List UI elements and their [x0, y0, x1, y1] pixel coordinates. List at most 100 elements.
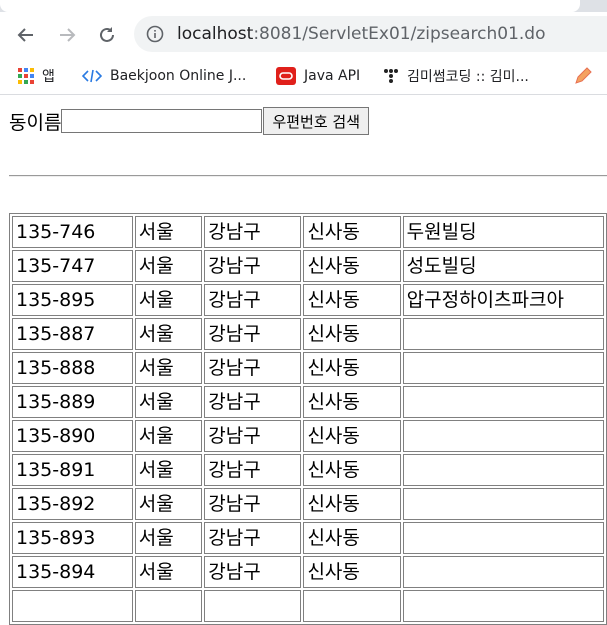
- forward-arrow-icon: [60, 28, 76, 42]
- bookmark-apps[interactable]: 앱: [18, 58, 55, 94]
- zipcode-search-button[interactable]: 우편번호 검색: [263, 107, 370, 135]
- building-cell: [402, 352, 604, 384]
- zipcode-cell: 135-892: [12, 488, 133, 520]
- building-cell: [402, 318, 604, 350]
- building-cell: [402, 488, 604, 520]
- dong-cell: 신사동: [303, 250, 401, 282]
- url-text: localhost:8081/ServletEx01/zipsearch01.d…: [177, 24, 545, 44]
- bookmark-label: 김미썸코딩 :: 김미...: [407, 69, 529, 85]
- building-cell: [402, 522, 604, 554]
- reload-icon: [100, 27, 114, 42]
- address-bar[interactable]: localhost:8081/ServletEx01/zipsearch01.d…: [134, 16, 607, 52]
- oracle-icon: [276, 67, 296, 85]
- sido-cell: 서울: [134, 556, 203, 588]
- gugun-cell: 강남구: [204, 386, 302, 418]
- building-cell: 두원빌딩: [402, 216, 604, 248]
- sido-cell: 서울: [134, 488, 203, 520]
- zipcode-cell: 135-888: [12, 352, 133, 384]
- sido-cell: 서울: [134, 352, 203, 384]
- gugun-cell: 강남구: [204, 488, 302, 520]
- dong-cell: 신사동: [303, 216, 401, 248]
- back-button[interactable]: [11, 20, 41, 50]
- table-row: 135-746 서울 강남구 신사동 두원빌딩: [12, 216, 604, 248]
- sido-cell: 서울: [134, 386, 203, 418]
- table-row: 135-888 서울 강남구 신사동: [12, 352, 604, 384]
- building-cell: [402, 420, 604, 452]
- dong-cell: 신사동: [303, 556, 401, 588]
- gugun-cell: 강남구: [204, 250, 302, 282]
- dong-name-label: 동이름: [9, 111, 62, 134]
- dong-cell: 신사동: [303, 386, 401, 418]
- table-row: 135-890 서울 강남구 신사동: [12, 420, 604, 452]
- table-row: 135-892 서울 강남구 신사동: [12, 488, 604, 520]
- sido-cell: 서울: [134, 250, 203, 282]
- results-table: 135-746 서울 강남구 신사동 두원빌딩 135-747 서울 강남구 신사동 성도빌딩 13…: [9, 213, 607, 625]
- dong-cell: 신사동: [303, 284, 401, 316]
- zipcode-cell: 135-889: [12, 386, 133, 418]
- gugun-cell: 강남구: [204, 318, 302, 350]
- gugun-cell: 강남구: [204, 454, 302, 486]
- forward-button[interactable]: [52, 20, 82, 50]
- browser-toolbar: localhost:8081/ServletEx01/zipsearch01.d…: [0, 12, 607, 58]
- building-cell: 성도빌딩: [402, 250, 604, 282]
- zipcode-cell: 135-890: [12, 420, 133, 452]
- dong-cell: 신사동: [303, 454, 401, 486]
- zipcode-cell: 135-893: [12, 522, 133, 554]
- zipcode-cell: 135-887: [12, 318, 133, 350]
- dong-cell: 신사동: [303, 488, 401, 520]
- zipcode-cell: 135-891: [12, 454, 133, 486]
- bookmark-pencil[interactable]: [573, 58, 601, 94]
- table-row: 135-747 서울 강남구 신사동 성도빌딩: [12, 250, 604, 282]
- sido-cell: 서울: [134, 284, 203, 316]
- zipcode-cell: 135-894: [12, 556, 133, 588]
- search-form: 동이름 우편번호 검색: [9, 107, 370, 135]
- table-row: 135-895 서울 강남구 신사동 압구정하이츠파크아: [12, 284, 604, 316]
- dots-icon: [383, 68, 399, 84]
- gugun-cell: 강남구: [204, 284, 302, 316]
- active-tab[interactable]: [0, 0, 580, 12]
- bookmark-label: Baekjoon Online J...: [110, 68, 247, 84]
- gugun-cell: 강남구: [204, 216, 302, 248]
- table-row: 135-887 서울 강남구 신사동: [12, 318, 604, 350]
- sido-cell: 서울: [134, 216, 203, 248]
- building-cell: [402, 556, 604, 588]
- bookmark-gimmi[interactable]: 김미썸코딩 :: 김미...: [383, 58, 529, 94]
- dong-cell: 신사동: [303, 522, 401, 554]
- dong-name-input[interactable]: [61, 109, 263, 133]
- sido-cell: 서울: [134, 522, 203, 554]
- code-icon: [82, 69, 102, 83]
- tab-strip: [0, 0, 607, 12]
- zipcode-cell: 135-747: [12, 250, 133, 282]
- dong-cell: 신사동: [303, 420, 401, 452]
- building-cell: 압구정하이츠파크아: [402, 284, 604, 316]
- table-row: 135-891 서울 강남구 신사동: [12, 454, 604, 486]
- page-content: 동이름 우편번호 검색 135-746 서울 강남구 신사동 두원빌딩 135-747 서울…: [0, 95, 607, 625]
- sido-cell: 서울: [134, 454, 203, 486]
- dong-cell: 신사동: [303, 352, 401, 384]
- apps-grid-icon: [18, 68, 34, 84]
- reload-button[interactable]: [92, 20, 122, 50]
- gugun-cell: 강남구: [204, 352, 302, 384]
- sido-cell: 서울: [134, 318, 203, 350]
- table-row: 135-889 서울 강남구 신사동: [12, 386, 604, 418]
- building-cell: [402, 386, 604, 418]
- site-info-icon[interactable]: [146, 25, 164, 47]
- divider: [9, 175, 607, 177]
- zipcode-cell: 135-746: [12, 216, 133, 248]
- dong-cell: 신사동: [303, 318, 401, 350]
- building-cell: [402, 454, 604, 486]
- bookmark-baekjoon[interactable]: Baekjoon Online J...: [82, 58, 246, 94]
- gugun-cell: 강남구: [204, 556, 302, 588]
- gugun-cell: 강남구: [204, 522, 302, 554]
- gugun-cell: 강남구: [204, 420, 302, 452]
- url-path: :8081/ServletEx01/zipsearch01.do: [253, 24, 546, 44]
- bookmark-java-api[interactable]: Java API: [276, 58, 360, 94]
- bookmark-label: Java API: [304, 68, 361, 84]
- sido-cell: 서울: [134, 420, 203, 452]
- bookmarks-bar: 앱 Baekjoon Online J... Java API 김미썸코딩 ::…: [0, 58, 607, 95]
- table-row: 135-893 서울 강남구 신사동: [12, 522, 604, 554]
- back-arrow-icon: [17, 28, 33, 42]
- pencil-icon: [573, 66, 593, 86]
- zipcode-cell: 135-895: [12, 284, 133, 316]
- bookmark-label: 앱: [42, 69, 55, 85]
